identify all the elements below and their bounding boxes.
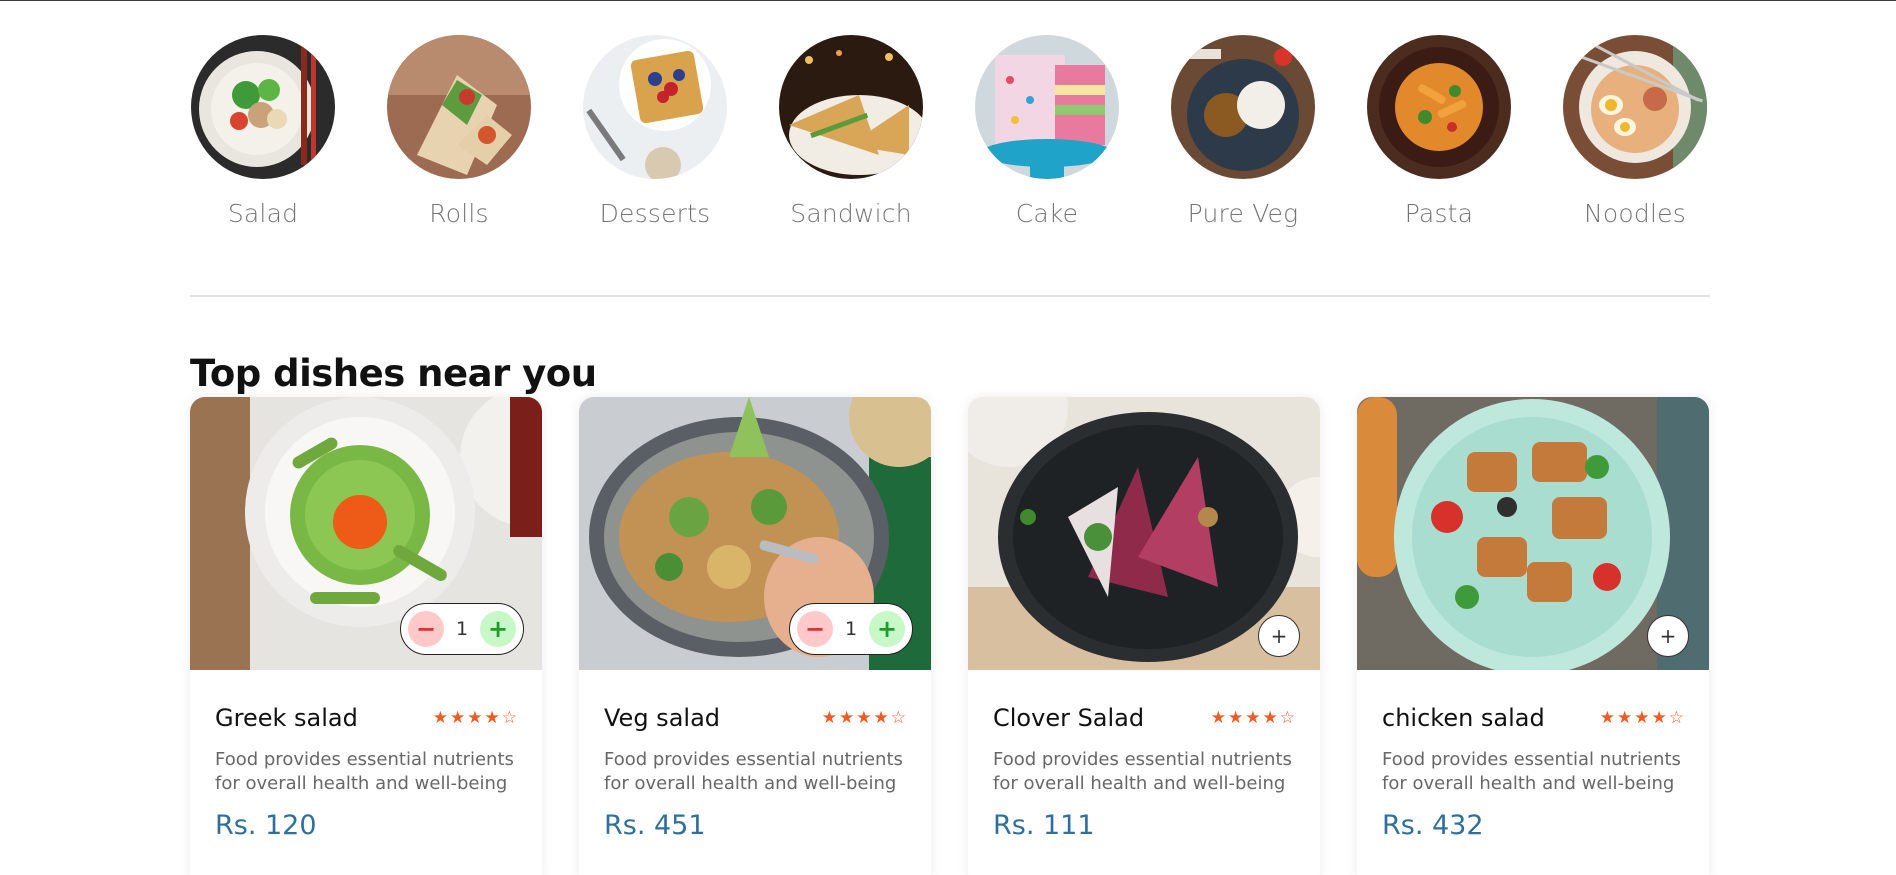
food-info: Veg salad ★ ★ ★ ★ ☆ Food provides essential …: [579, 670, 931, 841]
rating-stars-icon: ★ ★ ★ ★ ☆: [1599, 707, 1684, 728]
food-info: chicken salad ★ ★ ★ ★ ☆ Food provides essent…: [1357, 670, 1709, 841]
category-label: Pasta: [1404, 199, 1474, 228]
dish-name: Greek salad: [215, 704, 358, 732]
category-label: Pure Veg: [1187, 199, 1299, 228]
rating-stars-icon: ★ ★ ★ ★ ☆: [432, 707, 517, 728]
star-filled-icon: ★: [1634, 707, 1650, 728]
star-filled-icon: ★: [821, 707, 837, 728]
name-rating-row: Veg salad ★ ★ ★ ★ ☆: [604, 704, 906, 732]
sandwich-icon: [779, 35, 923, 179]
dish-name: chicken salad: [1382, 704, 1545, 732]
category-cake[interactable]: Cake: [974, 35, 1120, 228]
decrease-quantity-button[interactable]: −: [408, 611, 444, 647]
add-to-cart-button[interactable]: +: [1258, 615, 1300, 657]
salad-bowl-icon: [191, 35, 335, 179]
decrease-quantity-button[interactable]: −: [797, 611, 833, 647]
dish-description: Food provides essential nutrients for ov…: [215, 749, 514, 794]
food-image: +: [968, 397, 1320, 670]
rating-stars-icon: ★ ★ ★ ★ ☆: [1210, 707, 1295, 728]
star-filled-icon: ★: [856, 707, 872, 728]
category-noodles[interactable]: Noodles: [1562, 35, 1708, 228]
rating-stars-icon: ★ ★ ★ ★ ☆: [821, 707, 906, 728]
star-filled-icon: ★: [1599, 707, 1615, 728]
quantity-stepper: − 1 +: [400, 603, 524, 655]
food-card: + Clover Salad ★ ★ ★ ★ ☆ Food provides essen…: [968, 397, 1320, 875]
dish-price: Rs. 432: [1382, 810, 1484, 841]
section-title: Top dishes near you: [190, 352, 597, 395]
quantity-stepper: − 1 +: [789, 603, 913, 655]
menu-divider: [190, 295, 1710, 297]
dish-description: Food provides essential nutrients for ov…: [1382, 749, 1681, 794]
star-filled-icon: ★: [1228, 707, 1244, 728]
name-rating-row: Greek salad ★ ★ ★ ★ ☆: [215, 704, 517, 732]
increase-quantity-button[interactable]: +: [480, 611, 516, 647]
star-filled-icon: ★: [1210, 707, 1226, 728]
category-label: Desserts: [599, 199, 711, 228]
star-empty-icon: ☆: [501, 707, 517, 728]
star-filled-icon: ★: [467, 707, 483, 728]
increase-quantity-button[interactable]: +: [869, 611, 905, 647]
category-label: Sandwich: [790, 199, 912, 228]
cake-icon: [975, 35, 1119, 179]
add-to-cart-button[interactable]: +: [1647, 615, 1689, 657]
star-filled-icon: ★: [1245, 707, 1261, 728]
pasta-bowl-icon: [1367, 35, 1511, 179]
dish-description: Food provides essential nutrients for ov…: [604, 749, 903, 794]
category-label: Noodles: [1584, 199, 1686, 228]
star-filled-icon: ★: [450, 707, 466, 728]
food-image: − 1 +: [579, 397, 931, 670]
food-image: +: [1357, 397, 1709, 670]
star-filled-icon: ★: [1617, 707, 1633, 728]
dish-price: Rs. 451: [604, 810, 706, 841]
category-sandwich[interactable]: Sandwich: [778, 35, 924, 228]
star-filled-icon: ★: [484, 707, 500, 728]
top-border-line: [0, 0, 1896, 1]
food-card: − 1 + Veg salad ★ ★ ★ ★ ☆ Food provides esse…: [579, 397, 931, 875]
dish-name: Clover Salad: [993, 704, 1145, 732]
star-empty-icon: ☆: [1668, 707, 1684, 728]
category-pure-veg[interactable]: Pure Veg: [1170, 35, 1316, 228]
category-label: Salad: [227, 199, 299, 228]
dish-name: Veg salad: [604, 704, 721, 732]
food-card: + chicken salad ★ ★ ★ ★ ☆ Food provides esse…: [1357, 397, 1709, 875]
noodle-bowl-icon: [1563, 35, 1707, 179]
category-menu: Salad Rolls Desserts Sandwich Cake Pure …: [190, 35, 1710, 235]
food-info: Greek salad ★ ★ ★ ★ ☆ Food provides essentia…: [190, 670, 542, 841]
star-filled-icon: ★: [1651, 707, 1667, 728]
dish-price: Rs. 111: [993, 810, 1095, 841]
name-rating-row: Clover Salad ★ ★ ★ ★ ☆: [993, 704, 1295, 732]
dish-description: Food provides essential nutrients for ov…: [993, 749, 1292, 794]
food-info: Clover Salad ★ ★ ★ ★ ☆ Food provides essenti…: [968, 670, 1320, 841]
star-empty-icon: ☆: [1279, 707, 1295, 728]
quantity-value: 1: [844, 618, 858, 640]
star-filled-icon: ★: [839, 707, 855, 728]
food-image: − 1 +: [190, 397, 542, 670]
dish-price: Rs. 120: [215, 810, 317, 841]
star-filled-icon: ★: [873, 707, 889, 728]
star-filled-icon: ★: [1262, 707, 1278, 728]
quantity-value: 1: [455, 618, 469, 640]
wrap-roll-icon: [387, 35, 531, 179]
category-desserts[interactable]: Desserts: [582, 35, 728, 228]
waffle-dessert-icon: [583, 35, 727, 179]
food-card: − 1 + Greek salad ★ ★ ★ ★ ☆ Food provides es…: [190, 397, 542, 875]
star-empty-icon: ☆: [890, 707, 906, 728]
category-label: Rolls: [429, 199, 489, 228]
category-salad[interactable]: Salad: [190, 35, 336, 228]
category-pasta[interactable]: Pasta: [1366, 35, 1512, 228]
category-rolls[interactable]: Rolls: [386, 35, 532, 228]
veg-curry-icon: [1171, 35, 1315, 179]
category-label: Cake: [1015, 199, 1079, 228]
star-filled-icon: ★: [432, 707, 448, 728]
name-rating-row: chicken salad ★ ★ ★ ★ ☆: [1382, 704, 1684, 732]
